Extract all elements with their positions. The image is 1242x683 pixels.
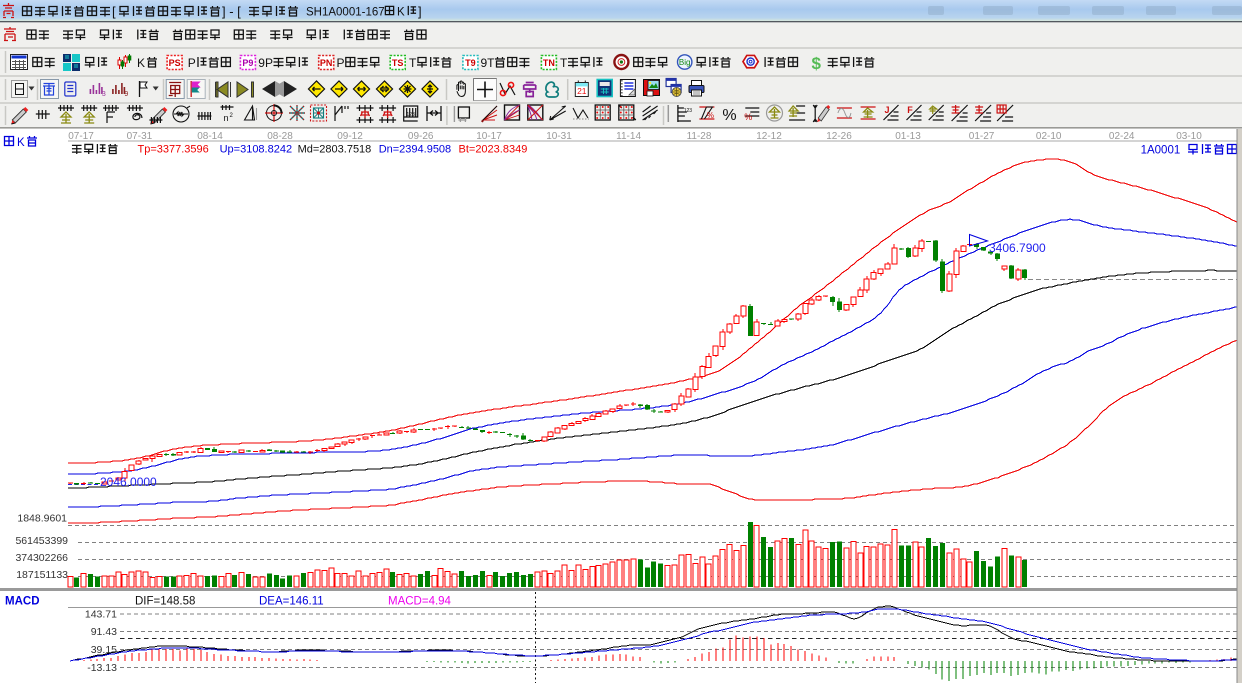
svg-text:]: ] bbox=[418, 4, 422, 19]
svg-text:1A0001: 1A0001 bbox=[1141, 145, 1181, 157]
svg-text:08-28: 08-28 bbox=[267, 131, 293, 142]
svg-text:K: K bbox=[137, 56, 145, 70]
svg-text:MACD=4.94: MACD=4.94 bbox=[388, 596, 452, 608]
svg-text:] - [: ] - [ bbox=[222, 4, 241, 19]
svg-text:Up=3108.8242: Up=3108.8242 bbox=[220, 144, 292, 156]
svg-text:T: T bbox=[560, 56, 568, 70]
svg-text:MACD: MACD bbox=[5, 596, 40, 608]
svg-text:PS: PS bbox=[169, 58, 181, 68]
svg-text:SH1A0001-167: SH1A0001-167 bbox=[306, 7, 385, 19]
svg-text:[: [ bbox=[112, 4, 116, 19]
svg-text:03-10: 03-10 bbox=[1176, 131, 1202, 142]
svg-text:9: 9 bbox=[124, 91, 128, 98]
svg-text:01-27: 01-27 bbox=[969, 131, 995, 142]
svg-text:Md=2803.7518: Md=2803.7518 bbox=[298, 144, 372, 156]
svg-text:91.43: 91.43 bbox=[91, 626, 117, 638]
svg-text:374302266: 374302266 bbox=[15, 552, 68, 564]
svg-text:DEA=146.11: DEA=146.11 bbox=[259, 596, 324, 608]
svg-text:02-24: 02-24 bbox=[1109, 131, 1135, 142]
svg-text:F: F bbox=[907, 105, 913, 115]
svg-text:Dn=2394.9508: Dn=2394.9508 bbox=[379, 144, 451, 156]
svg-text:-13.13: -13.13 bbox=[87, 662, 117, 674]
svg-text:$: $ bbox=[812, 54, 822, 73]
svg-text:P: P bbox=[337, 56, 345, 70]
svg-text:11-14: 11-14 bbox=[616, 131, 641, 142]
svg-text:187151133: 187151133 bbox=[16, 569, 68, 581]
svg-text:%: % bbox=[744, 112, 752, 122]
svg-text:9T: 9T bbox=[481, 56, 496, 70]
svg-text:10-31: 10-31 bbox=[546, 131, 572, 142]
svg-text:T9: T9 bbox=[465, 58, 476, 68]
svg-text:123: 123 bbox=[684, 108, 693, 114]
svg-text:01-13: 01-13 bbox=[895, 131, 921, 142]
svg-text:561453399: 561453399 bbox=[15, 535, 68, 547]
svg-text:Big: Big bbox=[679, 58, 691, 67]
svg-text:11-28: 11-28 bbox=[687, 131, 712, 142]
svg-text:Bt=2023.8349: Bt=2023.8349 bbox=[459, 144, 528, 156]
svg-text:P9: P9 bbox=[242, 58, 253, 68]
svg-text:3406.7900: 3406.7900 bbox=[989, 241, 1046, 255]
svg-text:TS: TS bbox=[392, 58, 404, 68]
svg-text:12-26: 12-26 bbox=[826, 131, 852, 142]
svg-text:T: T bbox=[409, 56, 417, 70]
svg-text:21: 21 bbox=[577, 86, 587, 96]
svg-text:%: % bbox=[722, 107, 736, 124]
svg-text:K: K bbox=[17, 137, 25, 149]
svg-text:%: % bbox=[707, 111, 714, 120]
svg-text:07-17: 07-17 bbox=[68, 131, 94, 142]
svg-text:12-12: 12-12 bbox=[756, 131, 782, 142]
svg-text:10-17: 10-17 bbox=[476, 131, 502, 142]
svg-text:02-10: 02-10 bbox=[1036, 131, 1062, 142]
svg-text:123: 123 bbox=[407, 112, 416, 118]
svg-text:08-14: 08-14 bbox=[197, 131, 223, 142]
svg-text:n: n bbox=[224, 113, 229, 123]
svg-text:07-31: 07-31 bbox=[127, 131, 153, 142]
svg-text:J: J bbox=[884, 105, 889, 115]
svg-text:K: K bbox=[397, 7, 405, 19]
svg-text:143.71: 143.71 bbox=[85, 609, 117, 621]
svg-text:P: P bbox=[188, 56, 196, 70]
svg-text:09-26: 09-26 bbox=[408, 131, 434, 142]
svg-text:9P: 9P bbox=[258, 56, 273, 70]
svg-text:1848.9601: 1848.9601 bbox=[17, 513, 67, 525]
svg-text:Tp=3377.3596: Tp=3377.3596 bbox=[138, 144, 209, 156]
svg-text:2046.0000: 2046.0000 bbox=[100, 475, 157, 489]
svg-text:DIF=148.58: DIF=148.58 bbox=[135, 596, 195, 608]
svg-text:3: 3 bbox=[102, 91, 106, 98]
svg-text:PN: PN bbox=[320, 58, 333, 68]
svg-text:09-12: 09-12 bbox=[337, 131, 363, 142]
svg-text:TN: TN bbox=[543, 58, 555, 68]
